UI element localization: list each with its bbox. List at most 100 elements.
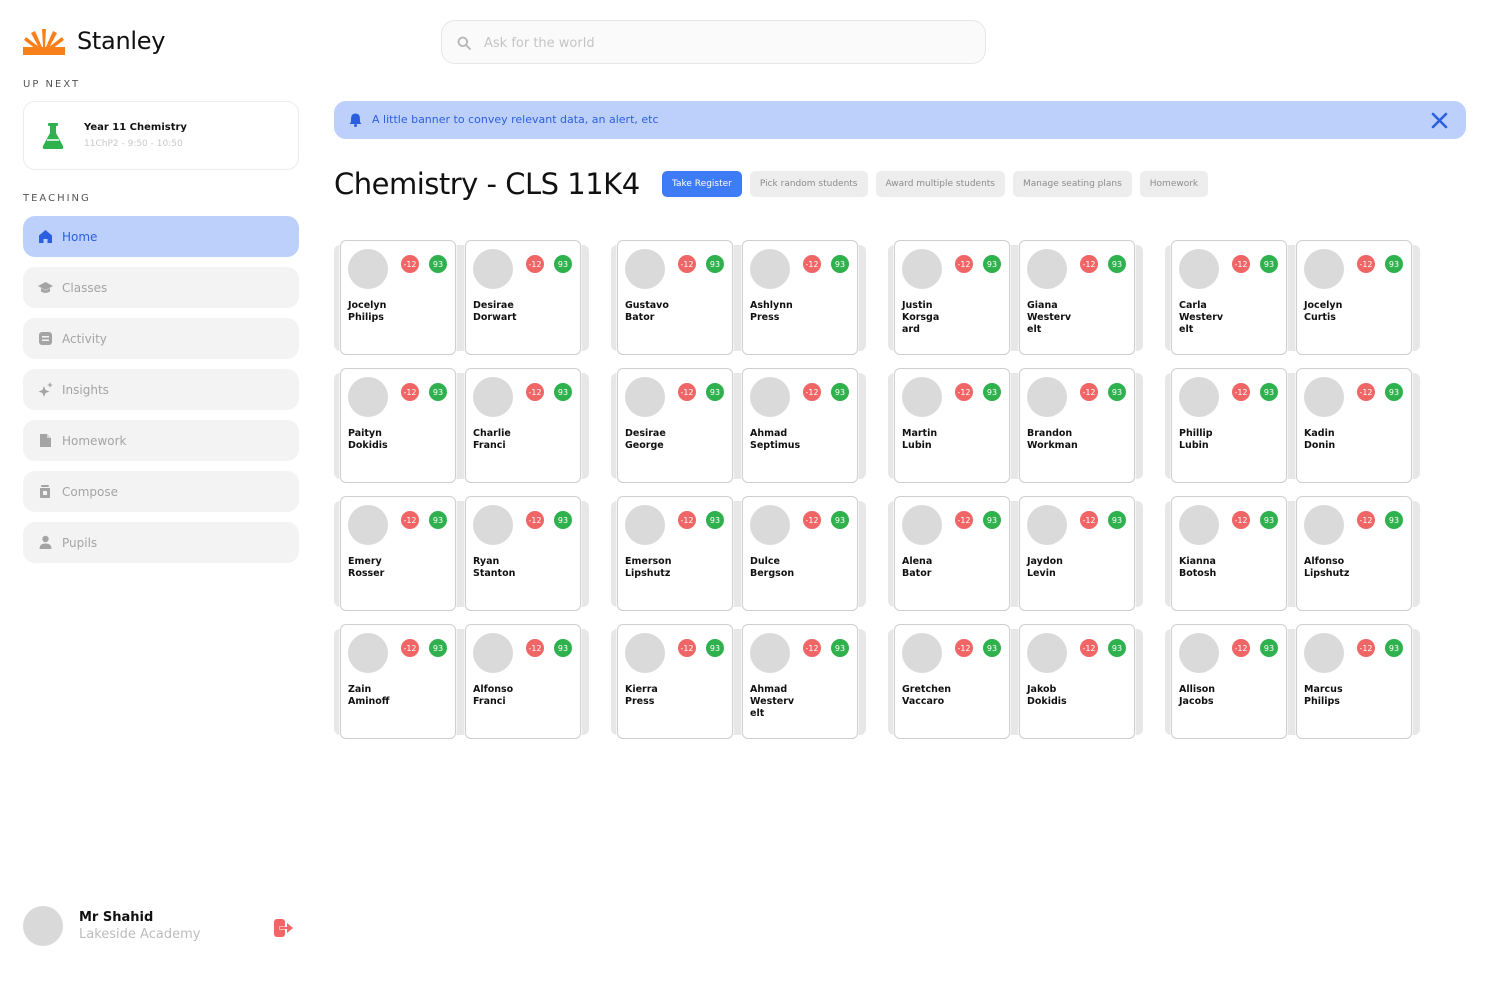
student-card[interactable]: -12 93 Alfonso Lipshutz [1296,496,1412,611]
negative-points-badge[interactable]: -12 [526,639,544,657]
positive-points-badge[interactable]: 93 [554,255,572,273]
student-card[interactable]: -12 93 Phillip Lubin [1171,368,1287,483]
negative-points-badge[interactable]: -12 [526,255,544,273]
student-card[interactable]: -12 93 Ahmad Septimus [742,368,858,483]
student-card[interactable]: -12 93 Alena Bator [894,496,1010,611]
negative-points-badge[interactable]: -12 [955,255,973,273]
student-card[interactable]: -12 93 Emery Rosser [340,496,456,611]
negative-points-badge[interactable]: -12 [526,383,544,401]
negative-points-badge[interactable]: -12 [1080,383,1098,401]
positive-points-badge[interactable]: 93 [831,255,849,273]
negative-points-badge[interactable]: -12 [803,639,821,657]
positive-points-badge[interactable]: 93 [706,639,724,657]
negative-points-badge[interactable]: -12 [1232,255,1250,273]
student-card[interactable]: -12 93 Gustavo Bator [617,240,733,355]
positive-points-badge[interactable]: 93 [706,255,724,273]
positive-points-badge[interactable]: 93 [1108,255,1126,273]
positive-points-badge[interactable]: 93 [429,255,447,273]
negative-points-badge[interactable]: -12 [1357,383,1375,401]
student-card[interactable]: -12 93 Desirae George [617,368,733,483]
student-card[interactable]: -12 93 Kierra Press [617,624,733,739]
positive-points-badge[interactable]: 93 [1260,511,1278,529]
negative-points-badge[interactable]: -12 [1357,255,1375,273]
positive-points-badge[interactable]: 93 [554,511,572,529]
positive-points-badge[interactable]: 93 [429,383,447,401]
negative-points-badge[interactable]: -12 [401,255,419,273]
student-card[interactable]: -12 93 Charlie Franci [465,368,581,483]
positive-points-badge[interactable]: 93 [831,383,849,401]
student-card[interactable]: -12 93 Paityn Dokidis [340,368,456,483]
student-card[interactable]: -12 93 Jocelyn Philips [340,240,456,355]
positive-points-badge[interactable]: 93 [1385,639,1403,657]
sidebar-item-activity[interactable]: Activity [23,318,299,359]
student-card[interactable]: -12 93 Emerson Lipshutz [617,496,733,611]
student-card[interactable]: -12 93 Carla Westerv elt [1171,240,1287,355]
negative-points-badge[interactable]: -12 [401,511,419,529]
positive-points-badge[interactable]: 93 [831,639,849,657]
positive-points-badge[interactable]: 93 [429,511,447,529]
student-card[interactable]: -12 93 Jocelyn Curtis [1296,240,1412,355]
student-card[interactable]: -12 93 Justin Korsga ard [894,240,1010,355]
negative-points-badge[interactable]: -12 [678,383,696,401]
student-card[interactable]: -12 93 Kadin Donin [1296,368,1412,483]
negative-points-badge[interactable]: -12 [955,511,973,529]
negative-points-badge[interactable]: -12 [955,639,973,657]
student-card[interactable]: -12 93 Martin Lubin [894,368,1010,483]
positive-points-badge[interactable]: 93 [831,511,849,529]
student-card[interactable]: -12 93 Giana Westerv elt [1019,240,1135,355]
negative-points-badge[interactable]: -12 [1232,383,1250,401]
student-card[interactable]: -12 93 Alfonso Franci [465,624,581,739]
negative-points-badge[interactable]: -12 [1080,639,1098,657]
negative-points-badge[interactable]: -12 [1232,639,1250,657]
positive-points-badge[interactable]: 93 [706,511,724,529]
negative-points-badge[interactable]: -12 [955,383,973,401]
user-profile[interactable]: Mr Shahid Lakeside Academy [23,906,299,946]
positive-points-badge[interactable]: 93 [554,383,572,401]
student-card[interactable]: -12 93 Zain Aminoff [340,624,456,739]
manage-seating-plans-button[interactable]: Manage seating plans [1013,171,1132,197]
student-card[interactable]: -12 93 Dulce Bergson [742,496,858,611]
negative-points-badge[interactable]: -12 [1080,255,1098,273]
positive-points-badge[interactable]: 93 [429,639,447,657]
negative-points-badge[interactable]: -12 [401,639,419,657]
brand[interactable]: Stanley [23,27,165,55]
student-card[interactable]: -12 93 Kianna Botosh [1171,496,1287,611]
pick-random-students-button[interactable]: Pick random students [749,171,868,197]
sidebar-item-classes[interactable]: Classes [23,267,299,308]
positive-points-badge[interactable]: 93 [554,639,572,657]
positive-points-badge[interactable]: 93 [983,639,1001,657]
student-card[interactable]: -12 93 Ahmad Westerv elt [742,624,858,739]
negative-points-badge[interactable]: -12 [526,511,544,529]
award-multiple-students-button[interactable]: Award multiple students [875,171,1005,197]
student-card[interactable]: -12 93 Jaydon Levin [1019,496,1135,611]
sidebar-item-pupils[interactable]: Pupils [23,522,299,563]
student-card[interactable]: -12 93 Desirae Dorwart [465,240,581,355]
positive-points-badge[interactable]: 93 [1108,383,1126,401]
sidebar-item-home[interactable]: Home [23,216,299,257]
positive-points-badge[interactable]: 93 [1108,639,1126,657]
sidebar-item-homework[interactable]: Homework [23,420,299,461]
positive-points-badge[interactable]: 93 [983,255,1001,273]
search-input[interactable] [484,31,964,55]
negative-points-badge[interactable]: -12 [803,383,821,401]
negative-points-badge[interactable]: -12 [803,255,821,273]
negative-points-badge[interactable]: -12 [678,511,696,529]
take-register-button[interactable]: Take Register [662,171,742,197]
student-card[interactable]: -12 93 Gretchen Vaccaro [894,624,1010,739]
negative-points-badge[interactable]: -12 [678,255,696,273]
student-card[interactable]: -12 93 Ryan Stanton [465,496,581,611]
negative-points-badge[interactable]: -12 [678,639,696,657]
positive-points-badge[interactable]: 93 [706,383,724,401]
close-icon[interactable] [1431,112,1448,129]
student-card[interactable]: -12 93 Allison Jacobs [1171,624,1287,739]
negative-points-badge[interactable]: -12 [803,511,821,529]
positive-points-badge[interactable]: 93 [983,511,1001,529]
logout-icon[interactable] [274,919,294,937]
positive-points-badge[interactable]: 93 [1260,383,1278,401]
positive-points-badge[interactable]: 93 [1385,511,1403,529]
student-card[interactable]: -12 93 Marcus Philips [1296,624,1412,739]
sidebar-item-insights[interactable]: Insights [23,369,299,410]
positive-points-badge[interactable]: 93 [1260,639,1278,657]
negative-points-badge[interactable]: -12 [1232,511,1250,529]
positive-points-badge[interactable]: 93 [983,383,1001,401]
